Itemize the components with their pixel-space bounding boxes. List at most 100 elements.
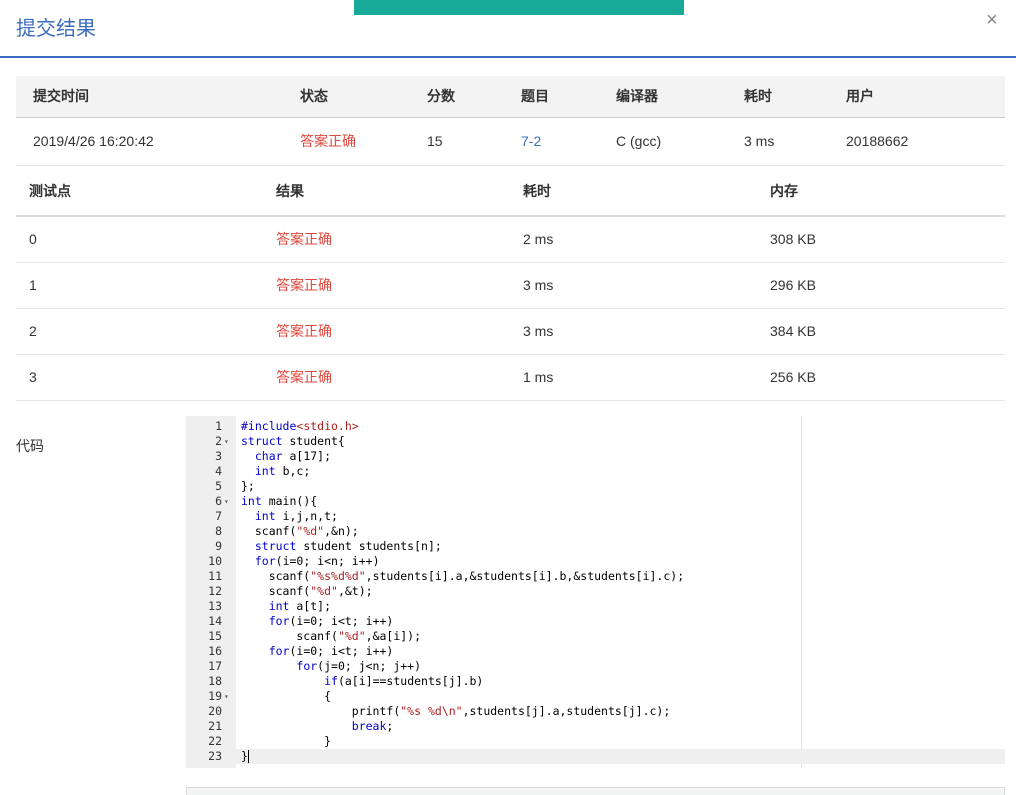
code-line[interactable]: 5}; — [186, 479, 1005, 494]
code-text: int i,j,n,t; — [254, 509, 338, 523]
code-text: int b,c; — [254, 464, 311, 478]
code-line[interactable]: 18 if(a[i]==students[j].b) — [186, 674, 1005, 689]
testcase-result[interactable]: 答案正确 — [263, 262, 510, 309]
code-text: for(j=0; j<n; j++) — [296, 659, 422, 673]
code-text: if(a[i]==students[j].b) — [324, 674, 484, 688]
submission-status[interactable]: 答案正确 — [283, 117, 427, 166]
code-line[interactable]: 9 struct student students[n]; — [186, 539, 1005, 554]
code-line[interactable]: 12 scanf("%d",&t); — [186, 584, 1005, 599]
header-submit-time: 提交时间 — [16, 76, 283, 118]
line-number: 18 — [208, 674, 222, 688]
header-user: 用户 — [846, 76, 1005, 118]
line-number: 5 — [215, 479, 222, 493]
line-number: 4 — [215, 464, 222, 478]
code-line[interactable]: 7 int i,j,n,t; — [186, 509, 1005, 524]
testcase-id: 3 — [16, 354, 263, 401]
code-text: scanf("%d",&n); — [241, 524, 359, 538]
testcase-time: 3 ms — [510, 308, 757, 355]
code-text: scanf("%d",&t); — [241, 584, 373, 598]
submission-score: 15 — [427, 117, 521, 166]
code-line[interactable]: 6 ▾ int main(){ — [186, 494, 1005, 509]
header-status: 状态 — [283, 76, 427, 118]
dialog-header: 提交结果 × — [0, 0, 1016, 58]
line-number: 23 — [208, 749, 222, 763]
submission-compiler: C (gcc) — [616, 117, 744, 166]
submission-user: 20188662 — [846, 117, 1005, 166]
testcase-result[interactable]: 答案正确 — [263, 354, 510, 401]
table-row: 1 答案正确 3 ms 296 KB — [16, 262, 1005, 309]
header-score: 分数 — [427, 76, 521, 118]
code-line[interactable]: 22 } — [186, 734, 1005, 749]
line-number: 2 — [215, 434, 222, 448]
code-line[interactable]: 17 for(j=0; j<n; j++) — [186, 659, 1005, 674]
line-number: 1 — [215, 419, 222, 433]
close-icon[interactable]: × — [986, 10, 1002, 30]
fold-arrow-icon[interactable]: ▾ — [224, 494, 234, 509]
code-text: #include<stdio.h> — [241, 419, 359, 433]
submission-elapsed: 3 ms — [744, 117, 846, 166]
editor-bottom-bar — [186, 787, 1005, 795]
testcase-time: 3 ms — [510, 262, 757, 309]
code-text: }; — [241, 479, 255, 493]
code-text: } — [241, 749, 249, 763]
table-row: 2 答案正确 3 ms 384 KB — [16, 308, 1005, 355]
line-number: 21 — [208, 719, 222, 733]
code-line[interactable]: 3 char a[17]; — [186, 449, 1005, 464]
code-line[interactable]: 16 for(i=0; i<t; i++) — [186, 644, 1005, 659]
testcase-memory: 384 KB — [757, 308, 1005, 355]
submission-header-row: 提交时间 状态 分数 题目 编译器 耗时 用户 — [16, 76, 1005, 118]
code-text: printf("%s %d\n",students[j].a,students[… — [241, 704, 671, 718]
code-line[interactable]: 14 for(i=0; i<t; i++) — [186, 614, 1005, 629]
code-line[interactable]: 1 #include<stdio.h> — [186, 419, 1005, 434]
code-text: for(i=0; i<n; i++) — [254, 554, 380, 568]
line-number: 13 — [208, 599, 222, 613]
header-problem: 题目 — [521, 76, 616, 118]
submission-table: 提交时间 状态 分数 题目 编译器 耗时 用户 2019/4/26 16:20:… — [16, 76, 1005, 166]
table-row: 0 答案正确 2 ms 308 KB — [16, 216, 1005, 263]
line-number: 17 — [208, 659, 222, 673]
code-line[interactable]: 19 ▾ { — [186, 689, 1005, 704]
testcase-result[interactable]: 答案正确 — [263, 216, 510, 263]
fold-arrow-icon[interactable]: ▾ — [224, 434, 234, 449]
code-line[interactable]: 11 scanf("%s%d%d",students[i].a,&student… — [186, 569, 1005, 584]
code-line[interactable]: 21 break; — [186, 719, 1005, 734]
code-label: 代码 — [16, 438, 44, 454]
code-line[interactable]: 2 ▾ struct student{ — [186, 434, 1005, 449]
line-number: 20 — [208, 704, 222, 718]
code-line[interactable]: 23} — [186, 749, 1005, 764]
testcase-id: 1 — [16, 262, 263, 309]
header-compiler: 编译器 — [616, 76, 744, 118]
code-text: { — [241, 689, 332, 703]
fold-arrow-icon[interactable]: ▾ — [224, 689, 234, 704]
code-text: scanf("%d",&a[i]); — [241, 629, 422, 643]
problem-link[interactable]: 7-2 — [521, 117, 616, 166]
code-text: } — [241, 734, 332, 748]
line-number: 3 — [215, 449, 222, 463]
submit-time: 2019/4/26 16:20:42 — [16, 117, 283, 166]
header-result: 结果 — [263, 166, 510, 217]
code-line[interactable]: 13 int a[t]; — [186, 599, 1005, 614]
line-number: 11 — [208, 569, 222, 583]
code-line[interactable]: 15 scanf("%d",&a[i]); — [186, 629, 1005, 644]
code-text: scanf("%s%d%d",students[i].a,&students[i… — [241, 569, 685, 583]
testcase-result[interactable]: 答案正确 — [263, 308, 510, 355]
header-memory: 内存 — [757, 166, 1005, 217]
line-number: 14 — [208, 614, 222, 628]
code-line[interactable]: 8 scanf("%d",&n); — [186, 524, 1005, 539]
testcase-table: 测试点 结果 耗时 内存 0 答案正确 2 ms 308 KB 1 答案正确 3… — [16, 166, 1005, 401]
code-line[interactable]: 4 int b,c; — [186, 464, 1005, 479]
table-row: 3 答案正确 1 ms 256 KB — [16, 354, 1005, 401]
code-line[interactable]: 10 for(i=0; i<n; i++) — [186, 554, 1005, 569]
code-line[interactable]: 20 printf("%s %d\n",students[j].a,studen… — [186, 704, 1005, 719]
code-text: int main(){ — [241, 494, 318, 508]
line-number: 8 — [215, 524, 222, 538]
text-cursor — [247, 750, 249, 763]
testcase-memory: 296 KB — [757, 262, 1005, 309]
line-number: 9 — [215, 539, 222, 553]
line-number: 16 — [208, 644, 222, 658]
code-text: char a[17]; — [254, 449, 332, 463]
testcase-id: 2 — [16, 308, 263, 355]
code-editor[interactable]: 1 #include<stdio.h> 2 ▾ struct student{3 cha… — [186, 416, 1005, 768]
code-text: struct student{ — [241, 434, 345, 448]
line-number: 22 — [208, 734, 222, 748]
